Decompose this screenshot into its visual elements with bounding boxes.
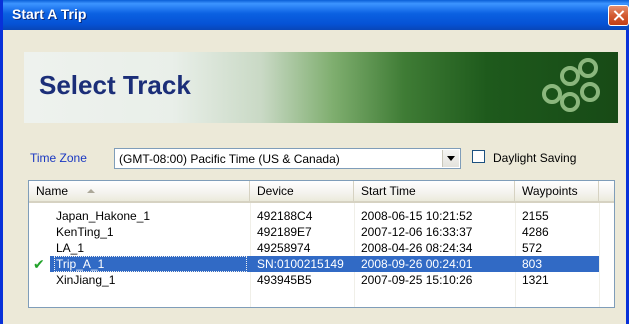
cell-device: SN:0100215149	[257, 257, 344, 271]
daylight-saving-checkbox[interactable]	[472, 150, 485, 163]
window-title: Start A Trip	[12, 6, 87, 22]
cell-start-time: 2008-06-15 10:21:52	[361, 209, 473, 223]
track-list[interactable]: Name Device Start Time Waypoints Japan_H…	[28, 180, 615, 308]
circles-logo-icon	[542, 58, 600, 112]
cell-waypoints: 4286	[522, 225, 549, 239]
table-row[interactable]: KenTing_1 492189E7 2007-12-06 16:33:37 4286	[29, 224, 614, 240]
cell-device: 493945B5	[257, 273, 312, 287]
time-zone-label: Time Zone	[30, 151, 87, 165]
cell-start-time: 2007-12-06 16:33:37	[361, 225, 473, 239]
sort-ascending-icon	[87, 189, 95, 193]
cell-device: 492189E7	[257, 225, 312, 239]
column-header-name[interactable]: Name	[29, 181, 250, 201]
cell-waypoints: 1321	[522, 273, 549, 287]
table-row[interactable]: LA_1 49258974 2008-04-26 08:24:34 572	[29, 240, 614, 256]
title-bar[interactable]: Start A Trip	[3, 0, 629, 30]
cell-waypoints: 803	[522, 257, 543, 271]
banner-title: Select Track	[39, 70, 191, 100]
cell-waypoints: 2155	[522, 209, 549, 223]
cell-name: LA_1	[56, 241, 85, 255]
time-zone-select[interactable]: (GMT-08:00) Pacific Time (US & Canada)	[114, 148, 461, 169]
select-track-banner: Select Track	[24, 52, 618, 123]
dropdown-arrow-icon[interactable]	[442, 150, 459, 167]
column-header-start-time[interactable]: Start Time	[354, 181, 515, 201]
daylight-saving-label: Daylight Saving	[493, 151, 577, 165]
cell-waypoints: 572	[522, 241, 543, 255]
cell-start-time: 2008-04-26 08:24:34	[361, 241, 473, 255]
close-button[interactable]	[608, 5, 629, 26]
cell-name: KenTing_1	[56, 225, 114, 239]
cell-name: XinJiang_1	[56, 273, 116, 287]
table-row[interactable]: ✔ Trip_A_1 SN:0100215149 2008-09-26 00:24:0…	[33, 256, 599, 272]
checkmark-icon: ✔	[33, 256, 45, 272]
list-header: Name Device Start Time Waypoints	[29, 181, 614, 203]
table-row[interactable]: Japan_Hakone_1 492188C4 2008-06-15 10:21:5…	[29, 208, 614, 224]
table-row[interactable]: XinJiang_1 493945B5 2007-09-25 15:10:26 132…	[29, 272, 614, 288]
cell-name: Trip_A_1	[54, 256, 247, 272]
cell-start-time: 2007-09-25 15:10:26	[361, 273, 473, 287]
column-header-device[interactable]: Device	[250, 181, 354, 201]
cell-device: 492188C4	[257, 209, 313, 223]
cell-device: 49258974	[257, 241, 311, 255]
time-zone-value: (GMT-08:00) Pacific Time (US & Canada)	[119, 152, 340, 166]
column-header-waypoints[interactable]: Waypoints	[515, 181, 599, 201]
cell-name: Japan_Hakone_1	[56, 209, 151, 223]
cell-start-time: 2008-09-26 00:24:01	[361, 257, 473, 271]
start-a-trip-window: Start A Trip Select Track Time Zone (GMT…	[0, 0, 629, 324]
